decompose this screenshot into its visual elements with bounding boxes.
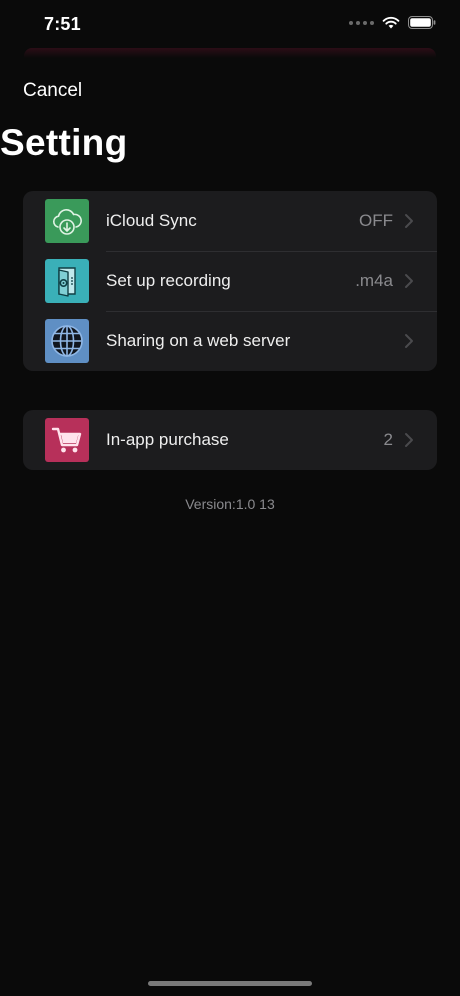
cellular-signal-icon	[349, 20, 374, 25]
in-app-purchase-count: 2	[383, 430, 393, 449]
setup-recording-label: Set up recording	[106, 271, 231, 290]
cloud-sync-icon	[45, 199, 89, 243]
settings-group: iCloud Sync OFF Set up recording .m4a Sh…	[23, 191, 437, 371]
chevron-right-icon	[405, 274, 413, 288]
icloud-sync-value: OFF	[359, 211, 393, 230]
chevron-right-icon	[405, 334, 413, 348]
purchase-group: In-app purchase 2	[23, 410, 437, 470]
battery-icon	[408, 16, 436, 29]
status-time: 7:51	[44, 14, 81, 34]
version-label: Version:1.0 13	[185, 496, 275, 512]
setup-recording-row[interactable]: Set up recording .m4a	[23, 251, 437, 311]
globe-icon	[45, 319, 89, 363]
sheet-edge	[24, 48, 436, 58]
recorder-icon	[45, 259, 89, 303]
status-indicators	[349, 16, 436, 29]
cancel-button[interactable]: Cancel	[23, 80, 82, 102]
recording-format-value: .m4a	[355, 271, 393, 290]
wifi-icon	[382, 16, 400, 29]
status-bar: 7:51	[0, 0, 460, 52]
in-app-purchase-row[interactable]: In-app purchase 2	[23, 410, 437, 470]
in-app-purchase-label: In-app purchase	[106, 430, 229, 449]
page-title: Setting	[0, 122, 128, 163]
home-indicator[interactable]	[148, 981, 312, 986]
web-server-sharing-label: Sharing on a web server	[106, 331, 291, 350]
web-server-sharing-row[interactable]: Sharing on a web server	[23, 311, 437, 371]
chevron-right-icon	[405, 433, 413, 447]
icloud-sync-label: iCloud Sync	[106, 211, 197, 230]
chevron-right-icon	[405, 214, 413, 228]
icloud-sync-row[interactable]: iCloud Sync OFF	[23, 191, 437, 251]
cart-icon	[45, 418, 89, 462]
